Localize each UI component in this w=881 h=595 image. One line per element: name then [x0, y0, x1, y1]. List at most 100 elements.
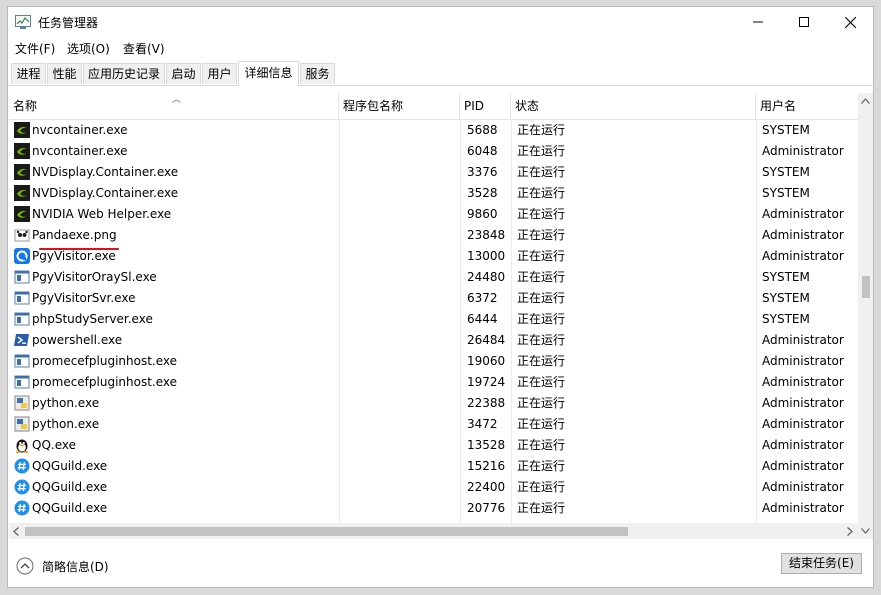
column-header-status[interactable]: 状态 [511, 93, 756, 119]
cell-user: Administrator [762, 354, 844, 368]
table-row[interactable]: QQGuild.exe 20776 正在运行 Administrator [9, 498, 859, 519]
title-bar[interactable]: 任务管理器 [8, 7, 873, 37]
cell-user: SYSTEM [762, 291, 810, 305]
cell-name: PgyVisitorOraySl.exe [32, 270, 157, 284]
horizontal-scrollbar[interactable] [9, 523, 858, 539]
cell-user: Administrator [762, 459, 844, 473]
table-row[interactable]: NVIDIA Web Helper.exe 9860 正在运行 Administrat… [9, 204, 859, 225]
table-row[interactable]: QQGuild.exe 15216 正在运行 Administrator [9, 456, 859, 477]
scroll-up-icon[interactable] [861, 98, 870, 104]
table-row[interactable]: PgyVisitor.exe 13000 正在运行 Administrator [9, 246, 859, 267]
maximize-button[interactable] [781, 7, 827, 37]
table-row[interactable]: QQ.exe 13528 正在运行 Administrator [9, 435, 859, 456]
cell-status: 正在运行 [517, 249, 566, 263]
vertical-scrollbar[interactable] [858, 93, 873, 539]
end-task-button[interactable]: 结束任务(E) [781, 553, 862, 574]
minimize-button[interactable] [735, 7, 781, 37]
cell-name: NVDisplay.Container.exe [32, 165, 179, 179]
cell-status: 正在运行 [517, 417, 566, 431]
tab-services[interactable]: 服务 [300, 63, 335, 84]
scroll-down-icon[interactable] [861, 528, 870, 534]
cell-user: Administrator [762, 228, 844, 242]
cell-status: 正在运行 [517, 270, 566, 284]
close-icon [844, 16, 856, 28]
table-row[interactable]: NVDisplay.Container.exe 3376 正在运行 SYSTEM [9, 162, 859, 183]
cell-user: Administrator [762, 375, 844, 389]
table-row[interactable]: promecefpluginhost.exe 19060 正在运行 Administr… [9, 351, 859, 372]
tab-strip: 进程 性能 应用历史记录 启动 用户 详细信息 服务 [8, 61, 873, 86]
tab-startup[interactable]: 启动 [166, 63, 201, 84]
cell-pid: 9860 [467, 207, 498, 221]
table-row[interactable]: phpStudyServer.exe 6444 正在运行 SYSTEM [9, 309, 859, 330]
column-header-package[interactable]: 程序包名称 [339, 93, 460, 119]
cell-user: Administrator [762, 207, 844, 221]
cell-pid: 13528 [467, 438, 506, 452]
cell-status: 正在运行 [517, 165, 566, 179]
menu-options[interactable]: 选项(O) [67, 40, 110, 57]
cell-status: 正在运行 [517, 228, 566, 242]
table-row[interactable]: python.exe 3472 正在运行 Administrator [9, 414, 859, 435]
cell-pid: 19060 [467, 354, 506, 368]
table-row[interactable]: promecefpluginhost.exe 19724 正在运行 Administr… [9, 372, 859, 393]
column-header-user[interactable]: 用户名 [756, 93, 859, 119]
table-row[interactable]: PgyVisitorOraySl.exe 24480 正在运行 SYSTEM [9, 267, 859, 288]
cell-pid: 3528 [467, 186, 498, 200]
menu-view[interactable]: 查看(V) [123, 40, 165, 57]
cell-pid: 6048 [467, 144, 498, 158]
tab-app-history[interactable]: 应用历史记录 [83, 63, 165, 84]
menu-bar: 文件(F) 选项(O) 查看(V) [8, 37, 873, 57]
cell-pid: 24480 [467, 270, 506, 284]
app-window-icon [14, 312, 30, 326]
cell-status: 正在运行 [517, 438, 566, 452]
cell-status: 正在运行 [517, 123, 566, 137]
scroll-right-icon[interactable] [847, 527, 853, 536]
nvidia-icon [14, 122, 30, 138]
task-manager-window: 任务管理器 文件(F) 选项(O) 查看(V) 进程 性能 应用历史记录 启动 … [7, 6, 874, 588]
vertical-scroll-thumb[interactable] [862, 276, 870, 298]
cell-pid: 23848 [467, 228, 506, 242]
tab-processes[interactable]: 进程 [11, 63, 46, 84]
column-header-name[interactable]: 名称 ︿ [9, 93, 339, 119]
cell-name: NVIDIA Web Helper.exe [32, 207, 172, 221]
tab-details[interactable]: 详细信息 [238, 61, 299, 86]
nvidia-icon [14, 206, 30, 222]
close-button[interactable] [827, 7, 873, 37]
menu-file[interactable]: 文件(F) [15, 40, 55, 57]
table-row[interactable]: Pandaexe.png 23848 正在运行 Administrator [9, 225, 859, 246]
cell-pid: 5688 [467, 123, 498, 137]
cell-status: 正在运行 [517, 480, 566, 494]
table-row[interactable]: PgyVisitorSvr.exe 6372 正在运行 SYSTEM [9, 288, 859, 309]
cell-pid: 6444 [467, 312, 498, 326]
tab-users[interactable]: 用户 [202, 63, 237, 84]
cell-user: Administrator [762, 249, 844, 263]
task-manager-icon [15, 15, 31, 29]
scroll-left-icon[interactable] [13, 527, 19, 536]
cell-status: 正在运行 [517, 291, 566, 305]
horizontal-scroll-thumb[interactable] [25, 527, 628, 536]
less-details-button[interactable]: 简略信息(D) [16, 555, 109, 577]
cell-user: SYSTEM [762, 165, 810, 179]
powershell-icon [14, 334, 29, 346]
table-row[interactable]: NVDisplay.Container.exe 3528 正在运行 SYSTEM [9, 183, 859, 204]
cell-pid: 6372 [467, 291, 498, 305]
cell-name: python.exe [32, 417, 100, 431]
cell-pid: 20776 [467, 501, 506, 515]
tab-performance[interactable]: 性能 [47, 63, 82, 84]
cell-status: 正在运行 [517, 396, 566, 410]
cell-user: SYSTEM [762, 123, 810, 137]
table-row[interactable]: QQGuild.exe 22400 正在运行 Administrator [9, 477, 859, 498]
cell-status: 正在运行 [517, 375, 566, 389]
cell-pid: 13000 [467, 249, 506, 263]
app-window-icon [14, 375, 30, 389]
cell-name: python.exe [32, 396, 100, 410]
table-row[interactable]: powershell.exe 26484 正在运行 Administrator [9, 330, 859, 351]
cell-status: 正在运行 [517, 186, 566, 200]
column-header-pid[interactable]: PID [460, 93, 511, 119]
cell-name: QQ.exe [32, 438, 76, 452]
python-icon [14, 416, 30, 432]
nvidia-icon [14, 185, 30, 201]
qq-penguin-icon [15, 439, 29, 453]
table-row[interactable]: nvcontainer.exe 6048 正在运行 Administrator [9, 141, 859, 162]
table-row[interactable]: python.exe 22388 正在运行 Administrator [9, 393, 859, 414]
table-row[interactable]: nvcontainer.exe 5688 正在运行 SYSTEM [9, 120, 859, 141]
